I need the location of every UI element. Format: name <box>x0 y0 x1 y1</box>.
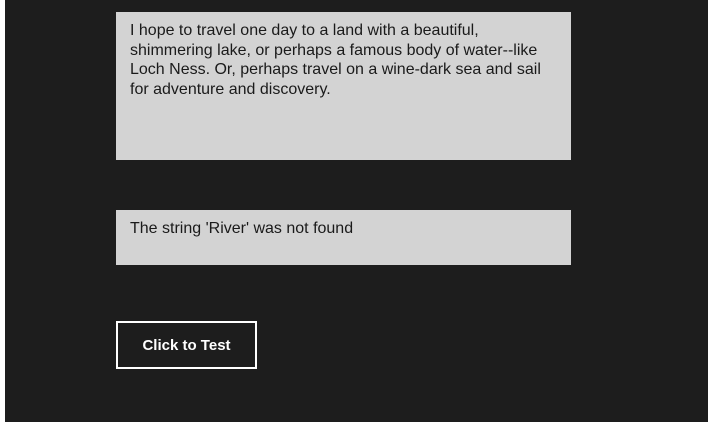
result-text-box[interactable]: The string 'River' was not found <box>116 210 571 265</box>
click-to-test-button[interactable]: Click to Test <box>116 321 257 369</box>
source-text-box[interactable]: I hope to travel one day to a land with … <box>116 12 571 160</box>
app-window: I hope to travel one day to a land with … <box>5 0 708 422</box>
